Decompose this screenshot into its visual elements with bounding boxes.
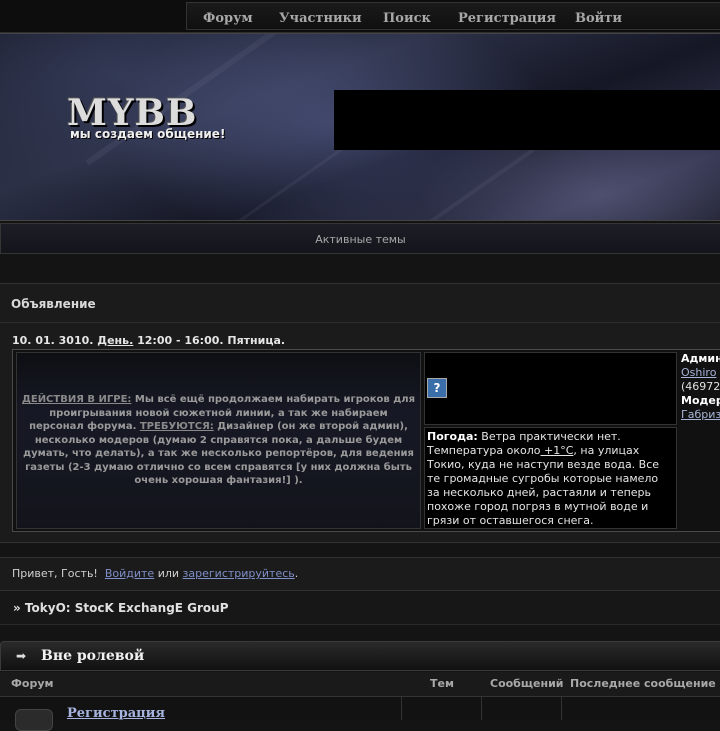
game-actions-text: ДЕЙСТВИЯ В ИГРЕ: Мы всё ещё продолжаем н…	[21, 394, 416, 487]
guest-greeting: Привет, Гость! Войдите или зарегистрируй…	[0, 557, 720, 591]
col-topics: Тем	[430, 677, 454, 690]
col-last-post: Последнее сообщение	[570, 677, 716, 690]
announcement-title: Объявление	[11, 297, 96, 311]
category-header: ➡ Вне ролевой	[0, 641, 720, 671]
breadcrumb-text[interactable]: » TokyO: StocK ExchangE GrouP	[13, 592, 229, 624]
col-forum: Форум	[11, 677, 54, 690]
image-cell: ?	[424, 352, 677, 425]
banner-ad-area	[334, 90, 720, 150]
active-topics-link[interactable]: Активные темы	[0, 223, 720, 254]
game-actions-cell: ДЕЙСТВИЯ В ИГРЕ: Мы всё ещё продолжаем н…	[16, 352, 421, 529]
nav-bar: Форум Участники Поиск Регистрация Войти	[186, 2, 720, 30]
arrow-right-icon: ➡	[16, 649, 27, 663]
breadcrumb: » TokyO: StocK ExchangE GrouP	[0, 592, 720, 625]
nav-search[interactable]: Поиск	[383, 11, 431, 26]
announcement-panel: Объявление 10. 01. 3010. День. 12:00 - 1…	[0, 283, 720, 543]
announcement-date: 10. 01. 3010. День. 12:00 - 16:00. Пятни…	[12, 334, 286, 347]
announcement-table: ДЕЙСТВИЯ В ИГРЕ: Мы всё ещё продолжаем н…	[12, 349, 720, 532]
nav-forum[interactable]: Форум	[203, 11, 253, 26]
header-banner: MYBB мы создаем общение!	[0, 33, 720, 221]
nav-login[interactable]: Войти	[575, 11, 622, 26]
admin-profile-link[interactable]: Oshiro	[681, 366, 716, 379]
weather-cell: Погода: Ветра практически нет. Температу…	[424, 427, 677, 529]
divider	[0, 322, 720, 323]
nav-members[interactable]: Участники	[279, 11, 362, 26]
register-link[interactable]: зарегистрируйтесь	[183, 567, 295, 580]
forum-row: Регистрация	[0, 697, 720, 731]
top-navigation: Форум Участники Поиск Регистрация Войти	[0, 0, 720, 33]
forum-link-registration[interactable]: Регистрация	[67, 706, 165, 721]
moderator-profile-link[interactable]: Габриз	[681, 408, 720, 421]
forum-column-headers: Форум Тем Сообщений Последнее сообщение	[0, 672, 720, 697]
col-posts: Сообщений	[490, 677, 564, 690]
nav-register[interactable]: Регистрация	[458, 11, 556, 26]
login-link[interactable]: Войдите	[105, 567, 154, 580]
broken-image-icon: ?	[427, 378, 447, 398]
site-tagline: мы создаем общение!	[70, 127, 226, 141]
category-title: Вне ролевой	[41, 648, 145, 664]
staff-cell: Админ Oshiro (46972 Модер Габриз	[681, 352, 720, 421]
forum-status-icon	[15, 709, 53, 731]
